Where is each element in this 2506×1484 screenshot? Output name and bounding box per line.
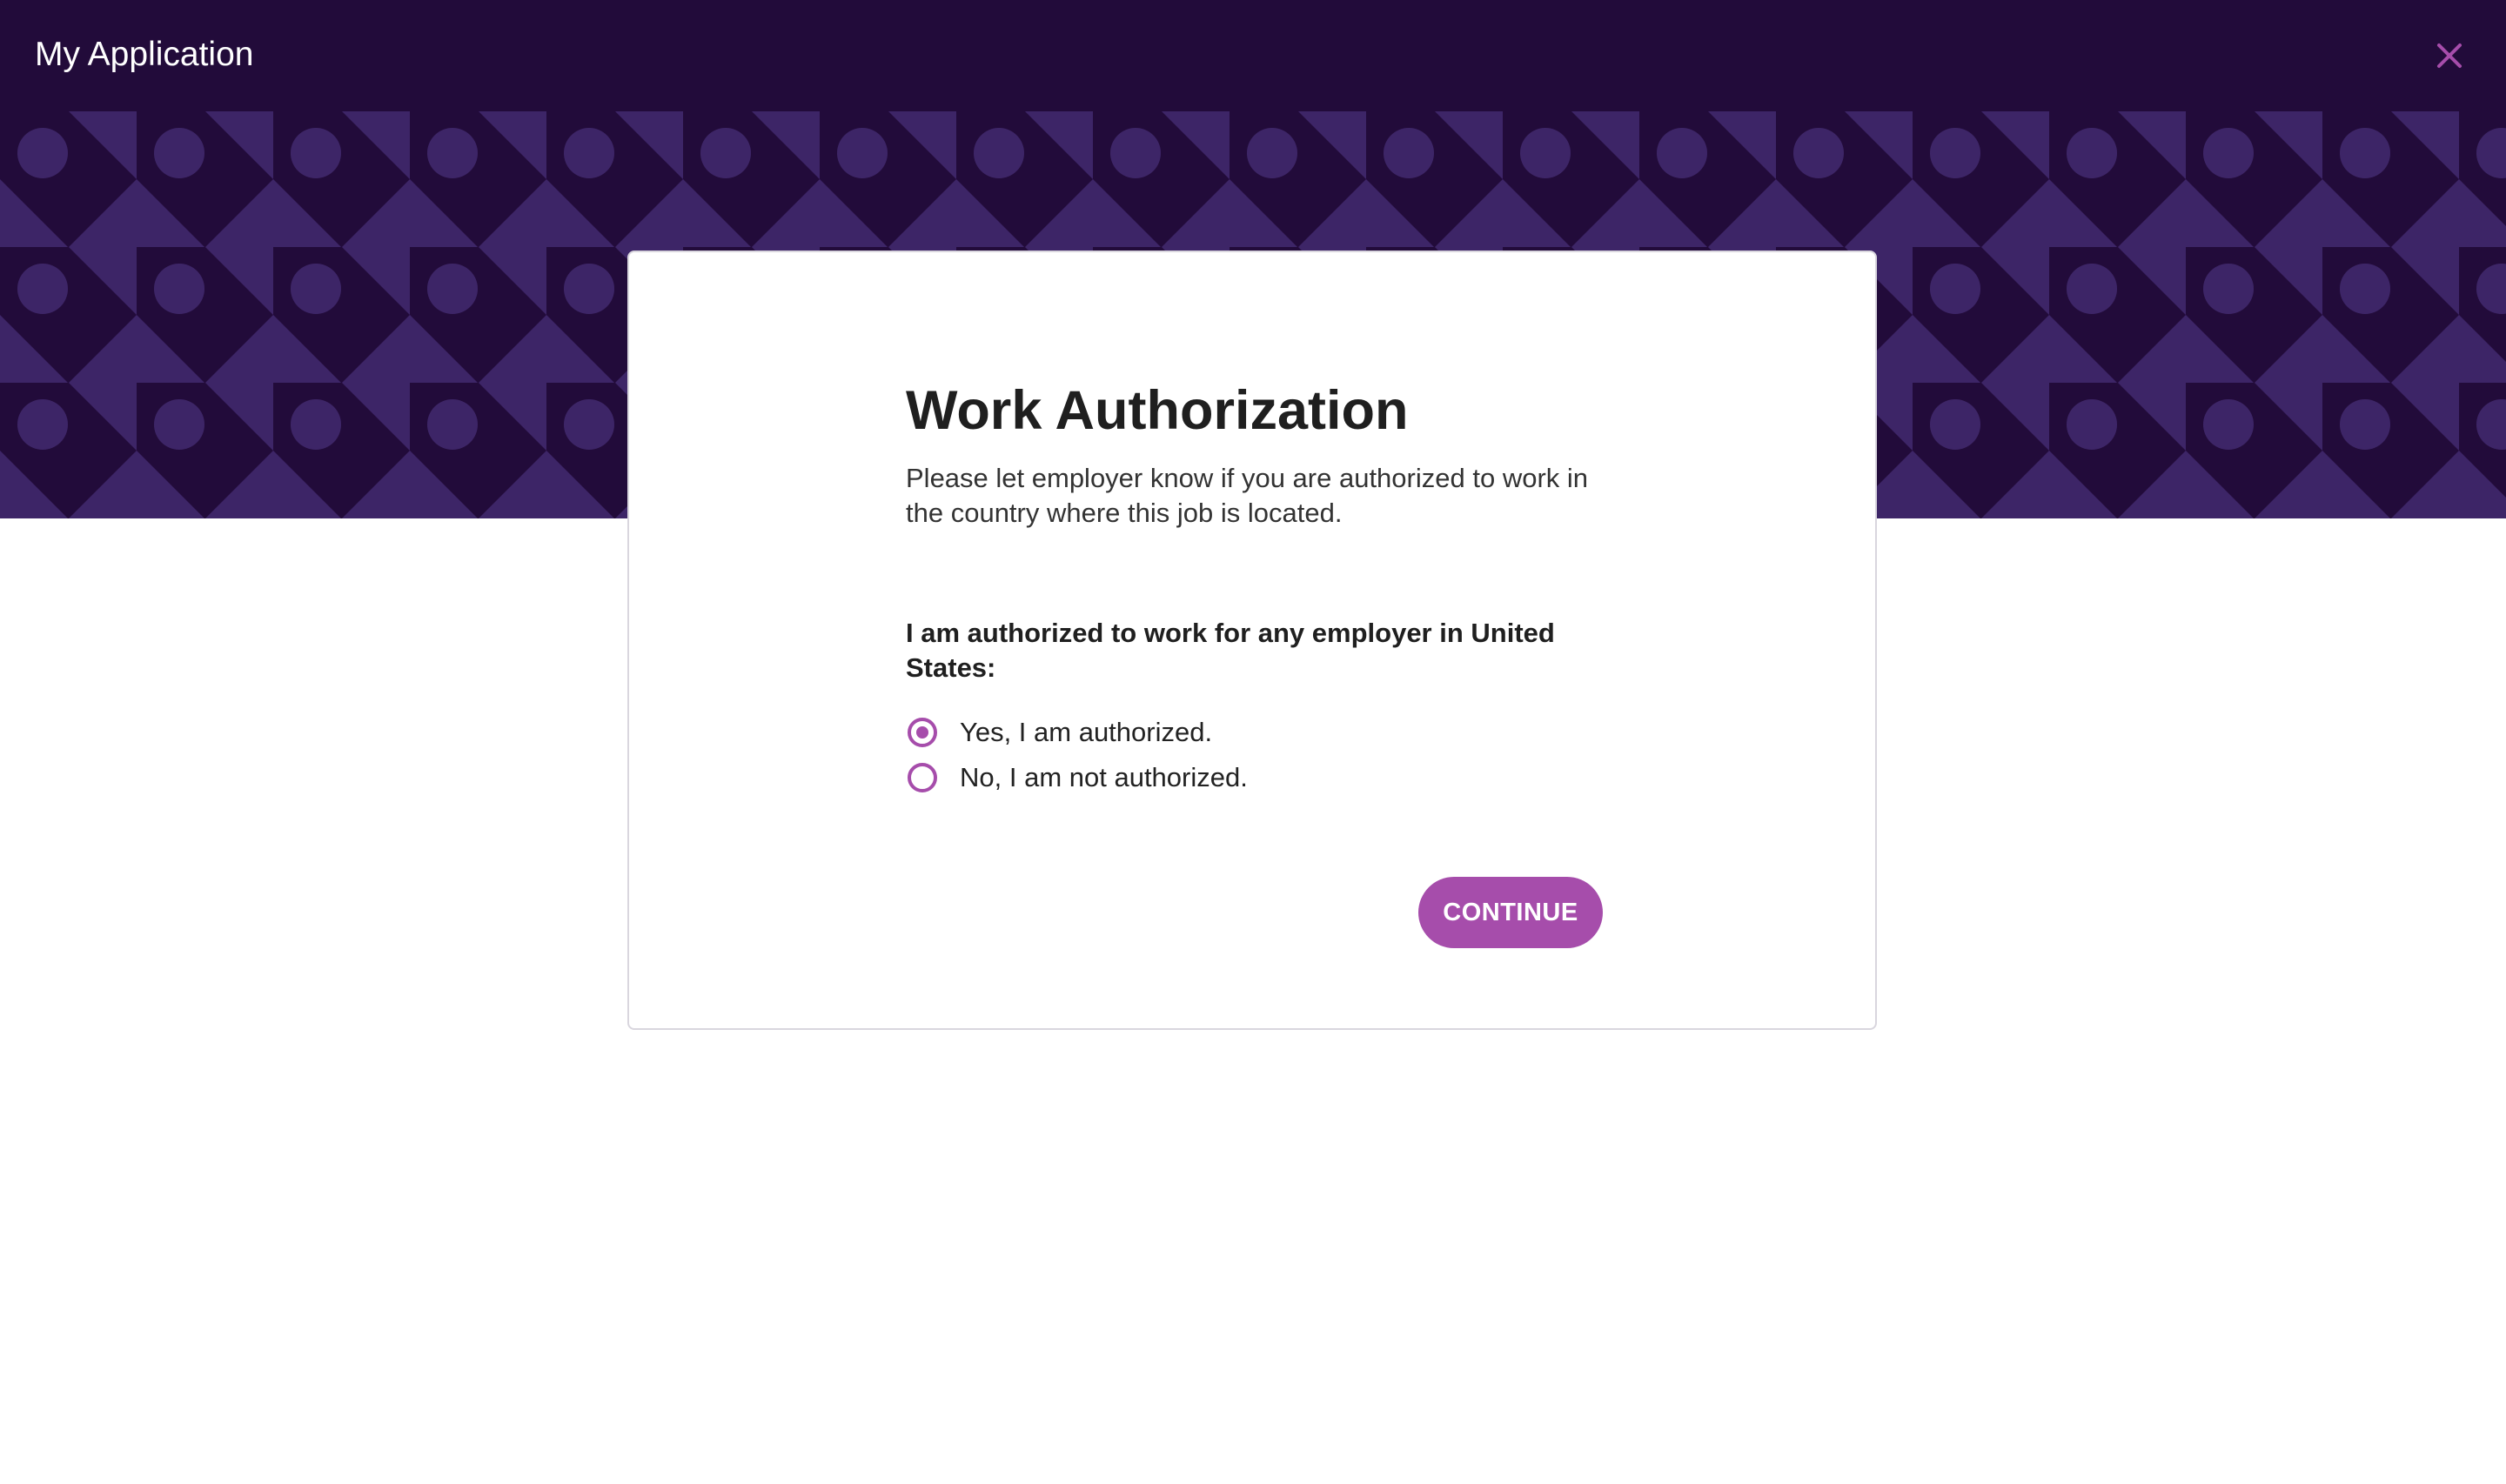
authorization-options: Yes, I am authorized. No, I am not autho… [906, 710, 1619, 800]
authorization-question: I am authorized to work for any employer… [906, 618, 1555, 683]
top-bar: My Application [0, 0, 2506, 111]
radio-yes[interactable] [908, 718, 937, 747]
app-title: My Application [35, 36, 254, 73]
option-yes-label: Yes, I am authorized. [960, 717, 1213, 747]
option-not-authorized[interactable]: No, I am not authorized. [906, 755, 1619, 800]
option-no-label: No, I am not authorized. [960, 762, 1248, 792]
card-content: Work Authorization Please let employer k… [906, 376, 1619, 800]
work-authorization-card: Work Authorization Please let employer k… [627, 251, 1877, 1030]
close-button[interactable] [2429, 35, 2470, 77]
option-yes-authorized[interactable]: Yes, I am authorized. [906, 710, 1619, 755]
radio-no[interactable] [908, 763, 937, 792]
page-subtitle: Please let employer know if you are auth… [906, 463, 1589, 528]
close-icon [2437, 43, 2462, 68]
continue-button[interactable]: CONTINUE [1418, 877, 1603, 948]
page-title: Work Authorization [906, 380, 1409, 441]
